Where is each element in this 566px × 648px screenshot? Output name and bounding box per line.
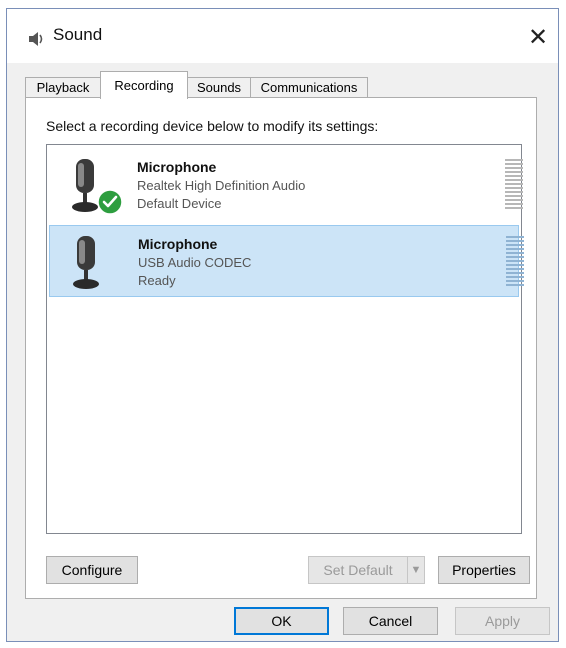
title-bar: Sound ✕ (7, 9, 558, 63)
cancel-button[interactable]: Cancel (343, 607, 438, 635)
configure-button[interactable]: Configure (46, 556, 138, 584)
window-title: Sound (53, 25, 103, 44)
tab-recording[interactable]: Recording (100, 71, 188, 99)
speaker-icon (29, 32, 43, 46)
ok-button[interactable]: OK (234, 607, 329, 635)
device-status: Ready (138, 273, 176, 288)
device-status: Default Device (137, 196, 222, 211)
microphone-icon (73, 236, 99, 289)
set-default-dropdown-arrow-icon[interactable]: ▼ (407, 556, 425, 584)
device-name: Microphone (137, 159, 217, 175)
set-default-button[interactable]: Set Default (308, 556, 408, 584)
device-row-realtek-microphone[interactable]: Microphone Realtek High Definition Audio… (49, 149, 523, 221)
tab-sounds[interactable]: Sounds (187, 77, 251, 97)
properties-button[interactable]: Properties (438, 556, 530, 584)
close-button[interactable]: ✕ (518, 17, 558, 57)
level-meter (505, 159, 523, 209)
apply-button[interactable]: Apply (455, 607, 550, 635)
device-description: USB Audio CODEC (138, 255, 252, 270)
device-name: Microphone (138, 236, 218, 252)
level-meter (506, 236, 524, 286)
device-description: Realtek High Definition Audio (137, 178, 306, 193)
instruction-text: Select a recording device below to modif… (46, 118, 379, 134)
default-device-check-icon (97, 189, 123, 215)
device-list[interactable]: Microphone Realtek High Definition Audio… (46, 144, 524, 534)
recording-panel: Select a recording device below to modif… (25, 97, 537, 599)
tab-communications[interactable]: Communications (250, 77, 368, 97)
device-row-usb-microphone[interactable]: Microphone USB Audio CODEC Ready (49, 225, 524, 297)
tab-playback[interactable]: Playback (25, 77, 101, 97)
sound-dialog: Sound ✕ Playback Recording Sounds Commun… (6, 8, 559, 642)
